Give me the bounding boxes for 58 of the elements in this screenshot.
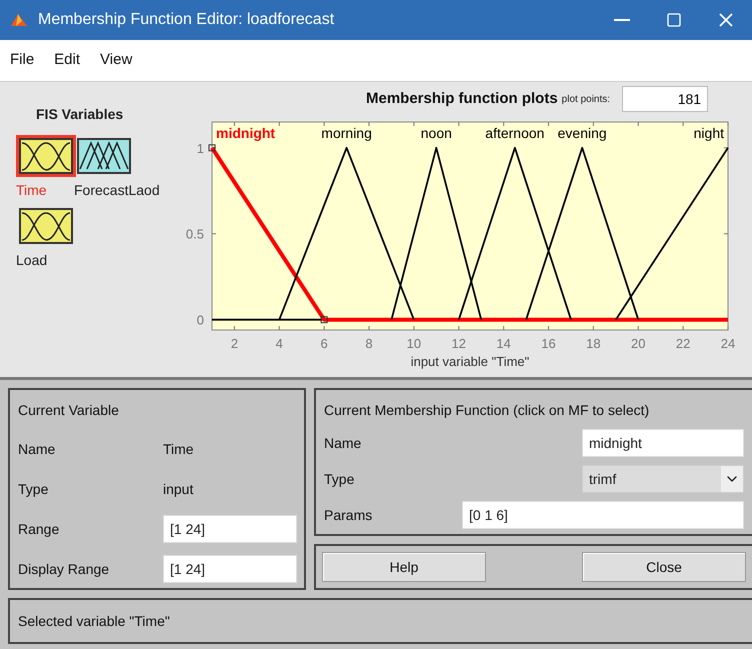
minimize-icon: [614, 19, 630, 21]
field-label: Type: [324, 470, 354, 489]
curve-label[interactable]: morning: [321, 124, 372, 141]
plot-points-label: plot points:: [562, 93, 610, 107]
panel-title: Current Variable: [18, 401, 120, 420]
range-field[interactable]: [1 24]: [163, 515, 297, 543]
x-tick-label: 18: [586, 336, 601, 351]
field-label: Type: [18, 480, 50, 499]
plot-points-field[interactable]: 181: [622, 86, 708, 112]
x-tick-label: 12: [452, 336, 466, 351]
x-tick-label: 8: [365, 336, 373, 351]
x-tick-label: 2: [230, 336, 238, 351]
y-tick-label: 0.5: [186, 226, 204, 242]
curve-label[interactable]: afternoon: [485, 124, 544, 141]
app-icon: [10, 12, 28, 28]
y-tick-label: 1: [196, 140, 204, 156]
curve-label[interactable]: evening: [558, 124, 607, 141]
plot-title: Membership function plots: [366, 88, 558, 108]
curve-label[interactable]: noon: [420, 124, 452, 141]
curve-label[interactable]: midnight: [216, 124, 276, 141]
mf-type-dropdown[interactable]: trimf: [582, 465, 744, 493]
status-text: Selected variable "Time": [18, 612, 170, 630]
field-label: Name: [324, 434, 362, 452]
field-label: Params: [324, 506, 374, 524]
menu-item[interactable]: File: [10, 49, 34, 72]
variable-label: Time: [16, 183, 47, 197]
maximize-icon: [666, 12, 682, 28]
panel-title: Current Membership Function (click on MF to select): [324, 401, 650, 420]
curve-label[interactable]: night: [694, 124, 724, 141]
x-tick-label: 20: [631, 336, 646, 351]
variable-label: ForecastLaod: [74, 183, 160, 197]
field-label: Range: [18, 520, 60, 539]
field-label: Name: [18, 440, 56, 459]
display-range-field[interactable]: [1 24]: [163, 555, 297, 583]
variable-label: Load: [16, 253, 48, 267]
x-tick-label: 10: [406, 336, 422, 351]
params-field[interactable]: [0 1 6]: [462, 501, 744, 529]
window-title: Membership Function Editor: loadforecast: [38, 10, 334, 30]
y-tick-label: 0: [196, 312, 204, 328]
field-label: Display Range: [18, 560, 110, 579]
variable-icon[interactable]: [16, 135, 76, 177]
x-tick-label: 14: [496, 336, 511, 351]
field-value: Time: [163, 440, 195, 458]
x-tick-label: 16: [541, 336, 556, 351]
dialog-button[interactable]: Help: [322, 552, 486, 582]
x-tick-label: 22: [676, 336, 690, 351]
variable-icon[interactable]: [16, 205, 76, 247]
variable-icon[interactable]: [74, 135, 134, 177]
mf-name-field[interactable]: midnight: [582, 429, 744, 457]
x-tick-label: 6: [320, 336, 328, 351]
x-tick-label: 4: [276, 336, 283, 351]
menu-item[interactable]: Edit: [54, 49, 80, 72]
field-value: input: [163, 480, 194, 499]
x-tick-label: 24: [720, 336, 736, 351]
section-title: FIS Variables: [36, 105, 124, 124]
dialog-button[interactable]: Close: [582, 552, 746, 582]
axis-label: input variable "Time": [410, 354, 530, 369]
menu-item[interactable]: View: [100, 49, 132, 72]
